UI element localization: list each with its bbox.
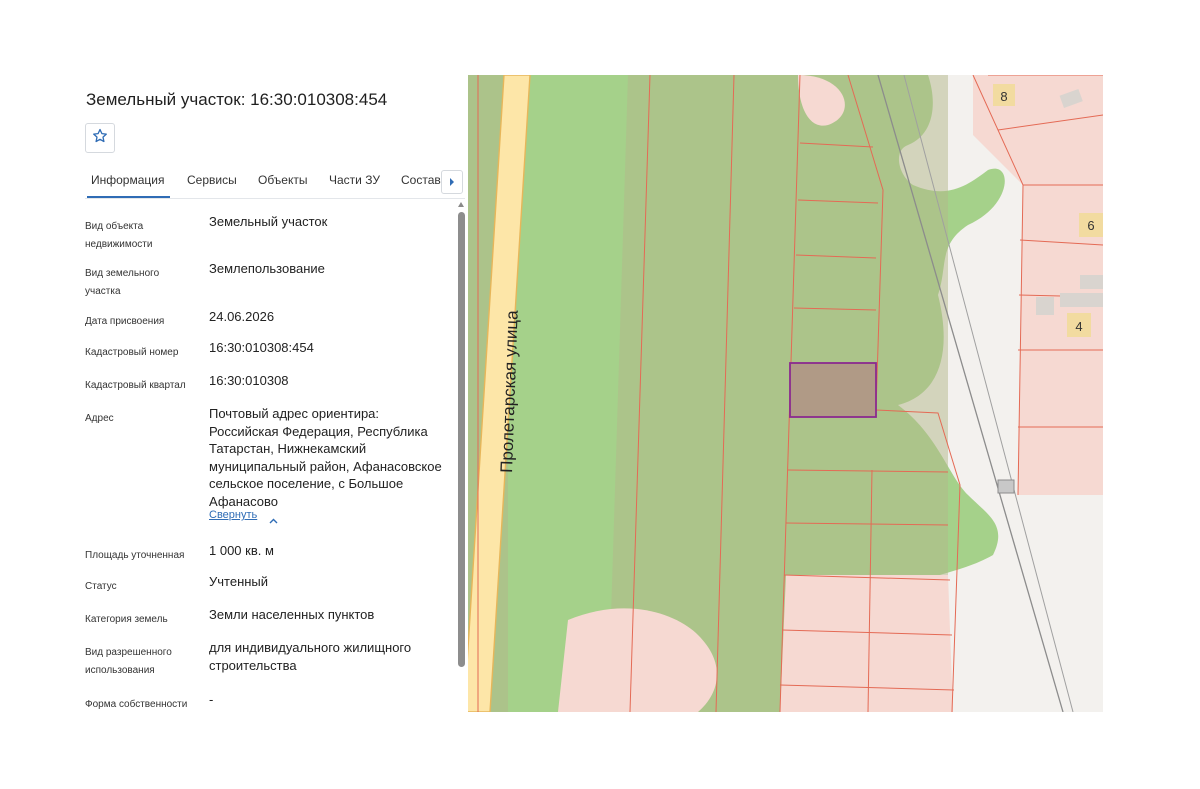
tab-services[interactable]: Сервисы <box>187 173 237 187</box>
star-icon <box>92 128 108 149</box>
field-value: 16:30:010308 <box>209 373 289 388</box>
field-label: Кадастровый номер <box>85 347 179 358</box>
info-panel: Земельный участок: 16:30:010308:454 Инфо… <box>0 0 513 789</box>
tab-bar: Информация Сервисы Объекты Части ЗУ Сост… <box>85 167 513 199</box>
field-label: Вид разрешенного использования <box>85 647 172 676</box>
field-label: Кадастровый квартал <box>85 380 186 391</box>
field-value: для индивидуального жилищного строительс… <box>209 640 412 673</box>
field-value: 1 000 кв. м <box>209 543 274 558</box>
house-number-label: 4 <box>1075 319 1082 334</box>
field-label: Вид объекта недвижимости <box>85 221 153 250</box>
chevron-up-icon[interactable] <box>269 511 278 529</box>
field-label: Площадь уточненная <box>85 550 185 561</box>
field-value: - <box>209 692 214 707</box>
caret-right-icon <box>449 173 455 191</box>
page-title: Земельный участок: 16:30:010308:454 <box>86 90 388 109</box>
selected-parcel[interactable] <box>789 362 877 418</box>
field-label: Статус <box>85 581 117 592</box>
field-value: Учтенный <box>209 574 269 589</box>
field-value: 16:30:010308:454 <box>209 340 314 355</box>
favorite-button[interactable] <box>85 123 115 153</box>
field-label: Адрес <box>85 413 114 424</box>
cadastral-map[interactable]: 8 6 4 Пролетарская улица <box>468 75 1103 712</box>
field-value: Земельный участок <box>209 214 328 229</box>
building <box>1036 297 1054 315</box>
tab-objects[interactable]: Объекты <box>258 173 308 187</box>
field-label: Категория земель <box>85 614 168 625</box>
parcel-pink <box>780 575 953 712</box>
tab-composition[interactable]: Состав <box>401 173 441 187</box>
tab-scroll-right-button[interactable] <box>441 170 463 194</box>
building <box>1080 275 1103 289</box>
building <box>1060 293 1103 307</box>
tab-information[interactable]: Информация <box>86 173 172 198</box>
field-value: Почтовый адрес ориентира: Российская Фед… <box>209 406 442 509</box>
field-value: Земли населенных пунктов <box>209 607 375 622</box>
scroll-up-arrow-icon[interactable] <box>458 202 464 207</box>
house-number-label: 6 <box>1087 218 1094 233</box>
house-number-label: 8 <box>1000 89 1007 104</box>
field-value: 24.06.2026 <box>209 309 275 324</box>
collapse-link[interactable]: Свернуть <box>209 509 257 521</box>
power-pole-icon <box>997 479 1015 494</box>
map-canvas[interactable]: 8 6 4 Пролетарская улица <box>468 75 1103 712</box>
field-label: Дата присвоения <box>85 316 165 327</box>
field-label: Вид земельного участка <box>85 268 160 297</box>
scrollbar-thumb[interactable] <box>458 212 465 667</box>
tab-parts[interactable]: Части ЗУ <box>329 173 380 187</box>
field-value: Землепользование <box>209 261 325 276</box>
field-label: Форма собственности <box>85 699 188 710</box>
scrollbar[interactable] <box>458 202 465 692</box>
